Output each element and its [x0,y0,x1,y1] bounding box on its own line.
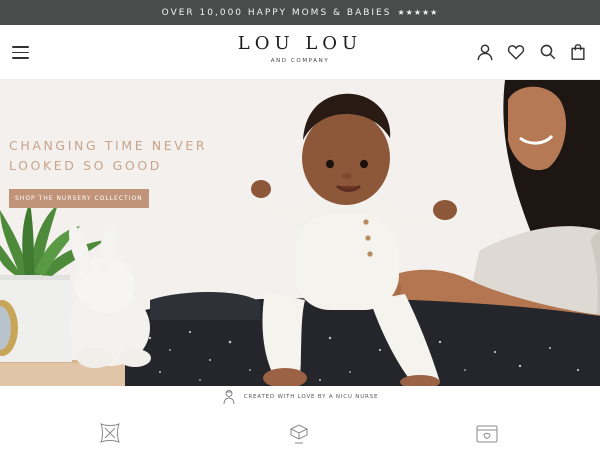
announcement-text: OVER 10,000 HAPPY MOMS & BABIES [161,7,392,18]
brand-logo[interactable]: LOU LOU AND COMPANY [200,33,400,64]
hero-banner: CHANGING TIME NEVER LOOKED SO GOOD SHOP … [0,80,600,386]
feature-icons-row [0,412,600,450]
logo-wordmark: LOU LOU [237,33,363,54]
hero-heading-line-2: LOOKED SO GOOD [9,158,163,173]
search-icon[interactable] [539,43,557,61]
blanket-icon [97,420,123,446]
changing-pad-icon [474,420,500,446]
site-header: LOU LOU AND COMPANY [0,25,600,80]
hero-heading-line-1: CHANGING TIME NEVER [9,138,208,153]
shop-nursery-button[interactable]: SHOP THE NURSERY COLLECTION [9,189,149,208]
trust-strip: CREATED WITH LOVE BY A NICU NURSE [0,386,600,408]
trust-strip-text: CREATED WITH LOVE BY A NICU NURSE [243,394,379,400]
menu-button[interactable] [12,46,29,59]
rating-stars-icon: ★★★★★ [397,8,439,17]
hero-image [0,80,600,386]
logo-tagline: AND COMPANY [270,58,330,64]
heart-icon[interactable] [507,43,525,61]
nurse-icon [222,389,236,405]
account-icon[interactable] [476,43,494,61]
bag-icon[interactable] [569,43,587,61]
hero-text-block: CHANGING TIME NEVER LOOKED SO GOOD SHOP … [9,136,249,208]
announcement-bar: OVER 10,000 HAPPY MOMS & BABIES ★★★★★ [0,0,600,25]
menu-icon [12,46,29,48]
hero-heading: CHANGING TIME NEVER LOOKED SO GOOD [9,136,249,176]
swaddle-icon [286,420,312,446]
